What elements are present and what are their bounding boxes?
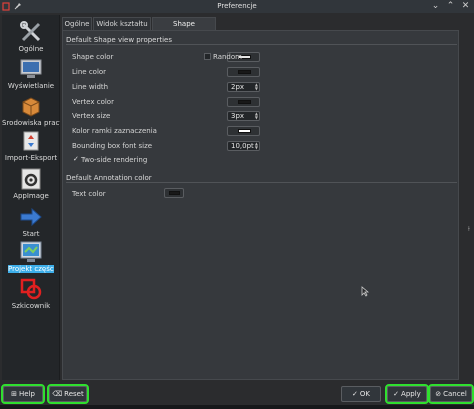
apply-button[interactable]: ✓ Apply bbox=[385, 384, 429, 404]
vertex-size-label: Vertex size bbox=[72, 112, 111, 120]
maximize-icon[interactable]: ⌃ bbox=[445, 1, 456, 12]
help-icon: ⊞ bbox=[11, 390, 17, 398]
cancel-icon: ⊘ bbox=[435, 390, 442, 398]
resize-grip-icon[interactable]: ⟊ bbox=[468, 225, 474, 237]
tools-icon bbox=[20, 21, 41, 42]
sidebar-item-start[interactable]: Start bbox=[2, 205, 60, 238]
random-checkbox[interactable] bbox=[204, 53, 211, 60]
title-bar: Preferencje ⌄ ⌃ ✕ bbox=[0, 0, 474, 13]
spin-value: 2px bbox=[231, 83, 245, 91]
close-icon[interactable]: ✕ bbox=[460, 1, 471, 12]
text-color-button[interactable] bbox=[164, 188, 184, 198]
color-swatch bbox=[169, 191, 180, 195]
bbox-font-size-label: Bounding box font size bbox=[72, 142, 153, 150]
sidebar-item-label: AppImage bbox=[13, 192, 49, 200]
annotation-group-title: Default Annotation color bbox=[66, 174, 152, 182]
sidebar-item-part-design[interactable]: Projekt części bbox=[2, 240, 60, 273]
ok-button[interactable]: ✓ OK bbox=[341, 386, 381, 402]
bbox-font-size-spinbox[interactable]: 10,0pt ▲ ▼ bbox=[227, 141, 260, 151]
tab-general[interactable]: Ogólne bbox=[62, 17, 92, 30]
line-width-spinbox[interactable]: 2px ▲ ▼ bbox=[227, 82, 260, 92]
apply-check-icon: ✓ bbox=[393, 390, 400, 398]
line-color-button[interactable] bbox=[227, 67, 260, 77]
reset-button[interactable]: ⌫ Reset bbox=[47, 384, 89, 404]
random-label: Random bbox=[213, 53, 242, 61]
sketcher-icon bbox=[20, 278, 42, 300]
reset-icon: ⌫ bbox=[52, 390, 63, 398]
sidebar-item-workbenches[interactable]: Środowiska pracy bbox=[2, 94, 60, 127]
spin-arrows-icon[interactable]: ▲ ▼ bbox=[255, 142, 258, 150]
sidebar-item-appimage[interactable]: AppImage bbox=[2, 167, 60, 200]
taskbar-strip bbox=[0, 405, 474, 409]
workbench-icon bbox=[22, 97, 40, 117]
two-side-label: Two-side rendering bbox=[81, 156, 148, 164]
sidebar-item-label: Projekt części bbox=[8, 265, 54, 273]
ok-check-icon: ✓ bbox=[352, 390, 358, 398]
sidebar-item-sketcher[interactable]: Szkicownik bbox=[2, 277, 60, 310]
cancel-button[interactable]: ⊘ Cancel bbox=[428, 384, 474, 404]
spin-arrows-icon[interactable]: ▲ ▼ bbox=[255, 83, 258, 91]
button-label: Help bbox=[18, 390, 35, 398]
button-label: Reset bbox=[64, 390, 84, 398]
import-export-icon bbox=[23, 131, 39, 151]
sidebar-item-general[interactable]: Ogólne bbox=[2, 20, 60, 53]
spin-value: 3px bbox=[231, 112, 245, 120]
vertex-size-spinbox[interactable]: 3px ▲ ▼ bbox=[227, 111, 260, 121]
text-color-label: Text color bbox=[72, 190, 106, 198]
start-arrow-icon bbox=[20, 207, 42, 227]
selection-frame-color-button[interactable] bbox=[227, 126, 260, 136]
window-title: Preferencje bbox=[217, 2, 257, 10]
sidebar-item-label: Ogólne bbox=[18, 45, 44, 53]
sidebar-item-import-export[interactable]: Import-Eksport bbox=[2, 129, 60, 162]
spin-arrows-icon[interactable]: ▲ ▼ bbox=[255, 112, 258, 120]
settings-panel: Default Shape view properties Shape colo… bbox=[62, 30, 459, 380]
color-swatch bbox=[238, 70, 251, 74]
sidebar-item-label: Import-Eksport bbox=[4, 154, 58, 162]
sidebar-item-display[interactable]: Wyświetlanie bbox=[2, 57, 60, 90]
group-divider bbox=[66, 182, 457, 183]
color-swatch bbox=[238, 100, 251, 104]
two-side-check-icon[interactable]: ✓ bbox=[73, 155, 79, 163]
tab-shape-appearance[interactable]: Shape appearance bbox=[152, 17, 216, 41]
minimize-icon[interactable]: ⌄ bbox=[430, 1, 441, 12]
shape-group-title: Default Shape view properties bbox=[66, 36, 173, 44]
help-button[interactable]: ⊞ Help bbox=[1, 384, 45, 404]
part-design-icon bbox=[20, 241, 42, 262]
sidebar-item-label: Start bbox=[22, 230, 40, 238]
spin-value: 10,0pt bbox=[231, 142, 254, 150]
button-label: OK bbox=[359, 390, 370, 398]
selection-frame-color-label: Kolor ramki zaznaczenia bbox=[72, 127, 157, 135]
tab-shape-view[interactable]: Widok kształtu bbox=[93, 17, 151, 30]
sidebar-item-label: Wyświetlanie bbox=[7, 82, 55, 90]
preferences-sidebar: Ogólne Wyświetlanie Środowiska pracy Imp… bbox=[2, 15, 60, 380]
group-divider bbox=[66, 44, 457, 45]
line-width-label: Line width bbox=[72, 83, 109, 91]
mouse-cursor-icon bbox=[361, 286, 369, 297]
button-label: Cancel bbox=[443, 390, 467, 398]
appimage-gear-icon bbox=[21, 168, 41, 190]
color-swatch bbox=[238, 129, 251, 133]
monitor-icon bbox=[20, 59, 42, 78]
button-label: Apply bbox=[401, 390, 421, 398]
vertex-color-label: Vertex color bbox=[72, 98, 114, 106]
shape-color-label: Shape color bbox=[72, 53, 114, 61]
line-color-label: Line color bbox=[72, 68, 107, 76]
vertex-color-button[interactable] bbox=[227, 97, 260, 107]
sidebar-item-label: Szkicownik bbox=[11, 302, 51, 310]
sidebar-item-label: Środowiska pracy bbox=[2, 119, 60, 127]
